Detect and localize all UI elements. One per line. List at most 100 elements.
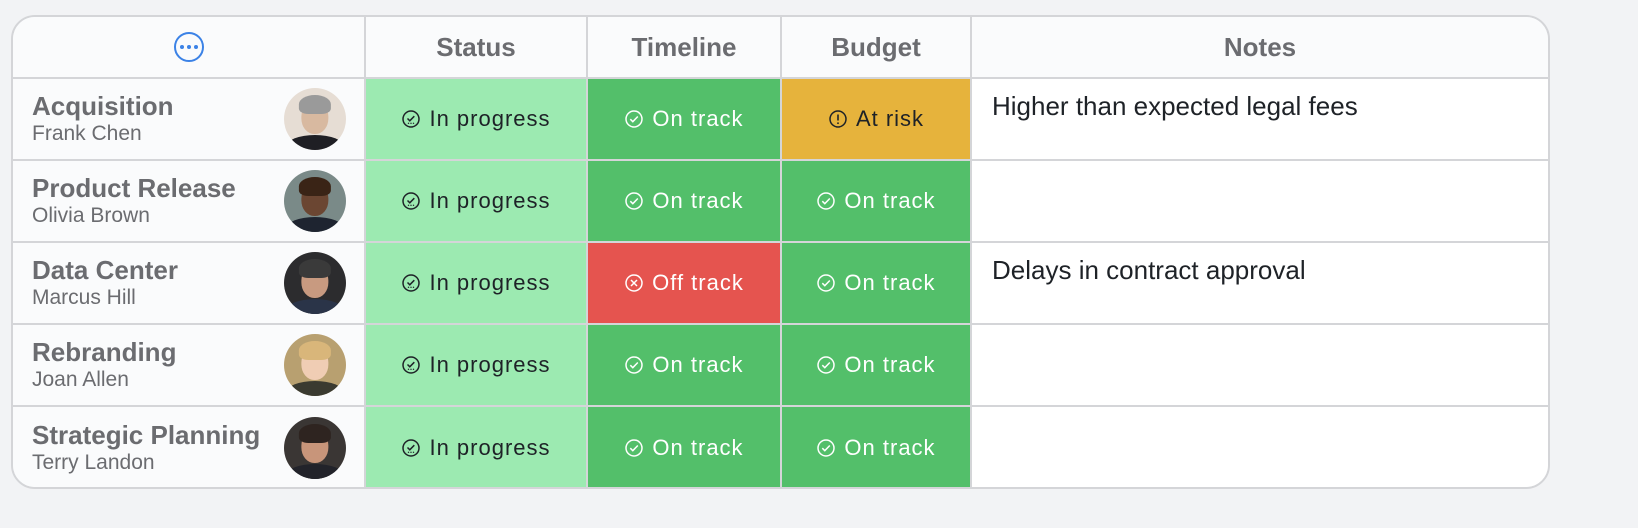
project-cell[interactable]: Product Release Olivia Brown: [13, 161, 366, 243]
notes-cell[interactable]: [972, 407, 1548, 487]
avatar-hair: [298, 95, 332, 115]
project-cell[interactable]: Acquisition Frank Chen: [13, 79, 366, 161]
notes-cell[interactable]: Delays in contract approval: [972, 243, 1548, 325]
check-circle-icon: [624, 109, 644, 129]
alert-circle-icon: [828, 109, 848, 129]
timeline-cell[interactable]: On track: [588, 79, 782, 161]
avatar-body: [286, 381, 344, 396]
status-cell[interactable]: In progress: [366, 325, 588, 407]
budget-cell[interactable]: On track: [782, 407, 972, 487]
project-cell[interactable]: Strategic Planning Terry Landon: [13, 407, 366, 487]
budget-pill: On track: [816, 270, 935, 296]
notes-text: Delays in contract approval: [992, 255, 1306, 285]
timeline-label: On track: [652, 352, 744, 377]
project-info: Rebranding Joan Allen: [32, 337, 176, 393]
timeline-cell[interactable]: On track: [588, 407, 782, 487]
timeline-cell[interactable]: On track: [588, 161, 782, 243]
owner-name: Marcus Hill: [32, 286, 136, 309]
progress-check-icon: [401, 109, 421, 129]
project-name: Data Center: [32, 255, 178, 285]
x-circle-icon: [624, 273, 644, 293]
progress-check-icon: [401, 355, 421, 375]
timeline-cell[interactable]: Off track: [588, 243, 782, 325]
notes-cell[interactable]: [972, 161, 1548, 243]
budget-label: On track: [844, 188, 936, 213]
status-label: In progress: [429, 435, 551, 460]
project-name: Strategic Planning: [32, 420, 261, 450]
avatar-hair: [298, 424, 332, 444]
status-pill: In progress: [401, 270, 550, 296]
project-status-table: Status Timeline Budget Notes Acquisition…: [11, 15, 1550, 489]
check-circle-icon: [816, 191, 836, 211]
project-name: Rebranding: [32, 337, 177, 367]
table-grid: Status Timeline Budget Notes Acquisition…: [13, 17, 1548, 487]
owner-name: Joan Allen: [32, 368, 129, 391]
owner-name: Olivia Brown: [32, 204, 150, 227]
avatar-hair: [298, 341, 332, 361]
timeline-pill: On track: [624, 352, 743, 378]
status-label: In progress: [429, 188, 551, 213]
timeline-pill: On track: [624, 188, 743, 214]
column-header-budget[interactable]: Budget: [782, 17, 972, 79]
budget-cell[interactable]: On track: [782, 243, 972, 325]
timeline-pill: On track: [624, 435, 743, 461]
owner-name: Terry Landon: [32, 451, 155, 474]
budget-cell[interactable]: On track: [782, 161, 972, 243]
timeline-cell[interactable]: On track: [588, 325, 782, 407]
timeline-label: On track: [652, 188, 744, 213]
project-name: Acquisition: [32, 91, 174, 121]
avatar: [284, 170, 346, 232]
project-cell[interactable]: Rebranding Joan Allen: [13, 325, 366, 407]
notes-cell[interactable]: Higher than expected legal fees: [972, 79, 1548, 161]
timeline-pill: On track: [624, 106, 743, 132]
header-menu-cell: [13, 17, 366, 79]
status-cell[interactable]: In progress: [366, 407, 588, 487]
check-circle-icon: [624, 355, 644, 375]
project-info: Data Center Marcus Hill: [32, 255, 178, 311]
check-circle-icon: [816, 273, 836, 293]
budget-pill: On track: [816, 435, 935, 461]
check-circle-icon: [816, 355, 836, 375]
notes-text: Higher than expected legal fees: [992, 91, 1358, 121]
status-pill: In progress: [401, 352, 550, 378]
notes-cell[interactable]: [972, 325, 1548, 407]
status-cell[interactable]: In progress: [366, 161, 588, 243]
budget-label: On track: [844, 352, 936, 377]
avatar-hair: [298, 177, 332, 197]
more-options-icon[interactable]: [173, 32, 204, 62]
project-name: Product Release: [32, 173, 236, 203]
timeline-label: Off track: [652, 270, 744, 295]
progress-check-icon: [401, 438, 421, 458]
avatar-hair: [298, 259, 332, 279]
budget-pill: At risk: [828, 106, 924, 132]
owner-name: Frank Chen: [32, 122, 142, 145]
status-label: In progress: [429, 352, 551, 377]
check-circle-icon: [624, 191, 644, 211]
budget-pill: On track: [816, 352, 935, 378]
status-cell[interactable]: In progress: [366, 79, 588, 161]
status-label: In progress: [429, 270, 551, 295]
avatar: [284, 417, 346, 479]
status-pill: In progress: [401, 435, 550, 461]
timeline-pill: Off track: [624, 270, 744, 296]
avatar: [284, 252, 346, 314]
budget-cell[interactable]: At risk: [782, 79, 972, 161]
project-info: Strategic Planning Terry Landon: [32, 420, 260, 476]
avatar-body: [286, 299, 344, 314]
avatar: [284, 334, 346, 396]
column-header-status[interactable]: Status: [366, 17, 588, 79]
budget-label: At risk: [855, 106, 925, 131]
project-cell[interactable]: Data Center Marcus Hill: [13, 243, 366, 325]
column-header-notes[interactable]: Notes: [972, 17, 1548, 79]
status-cell[interactable]: In progress: [366, 243, 588, 325]
column-header-timeline[interactable]: Timeline: [588, 17, 782, 79]
budget-label: On track: [844, 270, 936, 295]
status-label: In progress: [429, 106, 551, 131]
progress-check-icon: [401, 273, 421, 293]
project-info: Acquisition Frank Chen: [32, 91, 174, 147]
check-circle-icon: [624, 438, 644, 458]
budget-cell[interactable]: On track: [782, 325, 972, 407]
status-pill: In progress: [401, 188, 550, 214]
timeline-label: On track: [652, 106, 744, 131]
budget-pill: On track: [816, 188, 935, 214]
